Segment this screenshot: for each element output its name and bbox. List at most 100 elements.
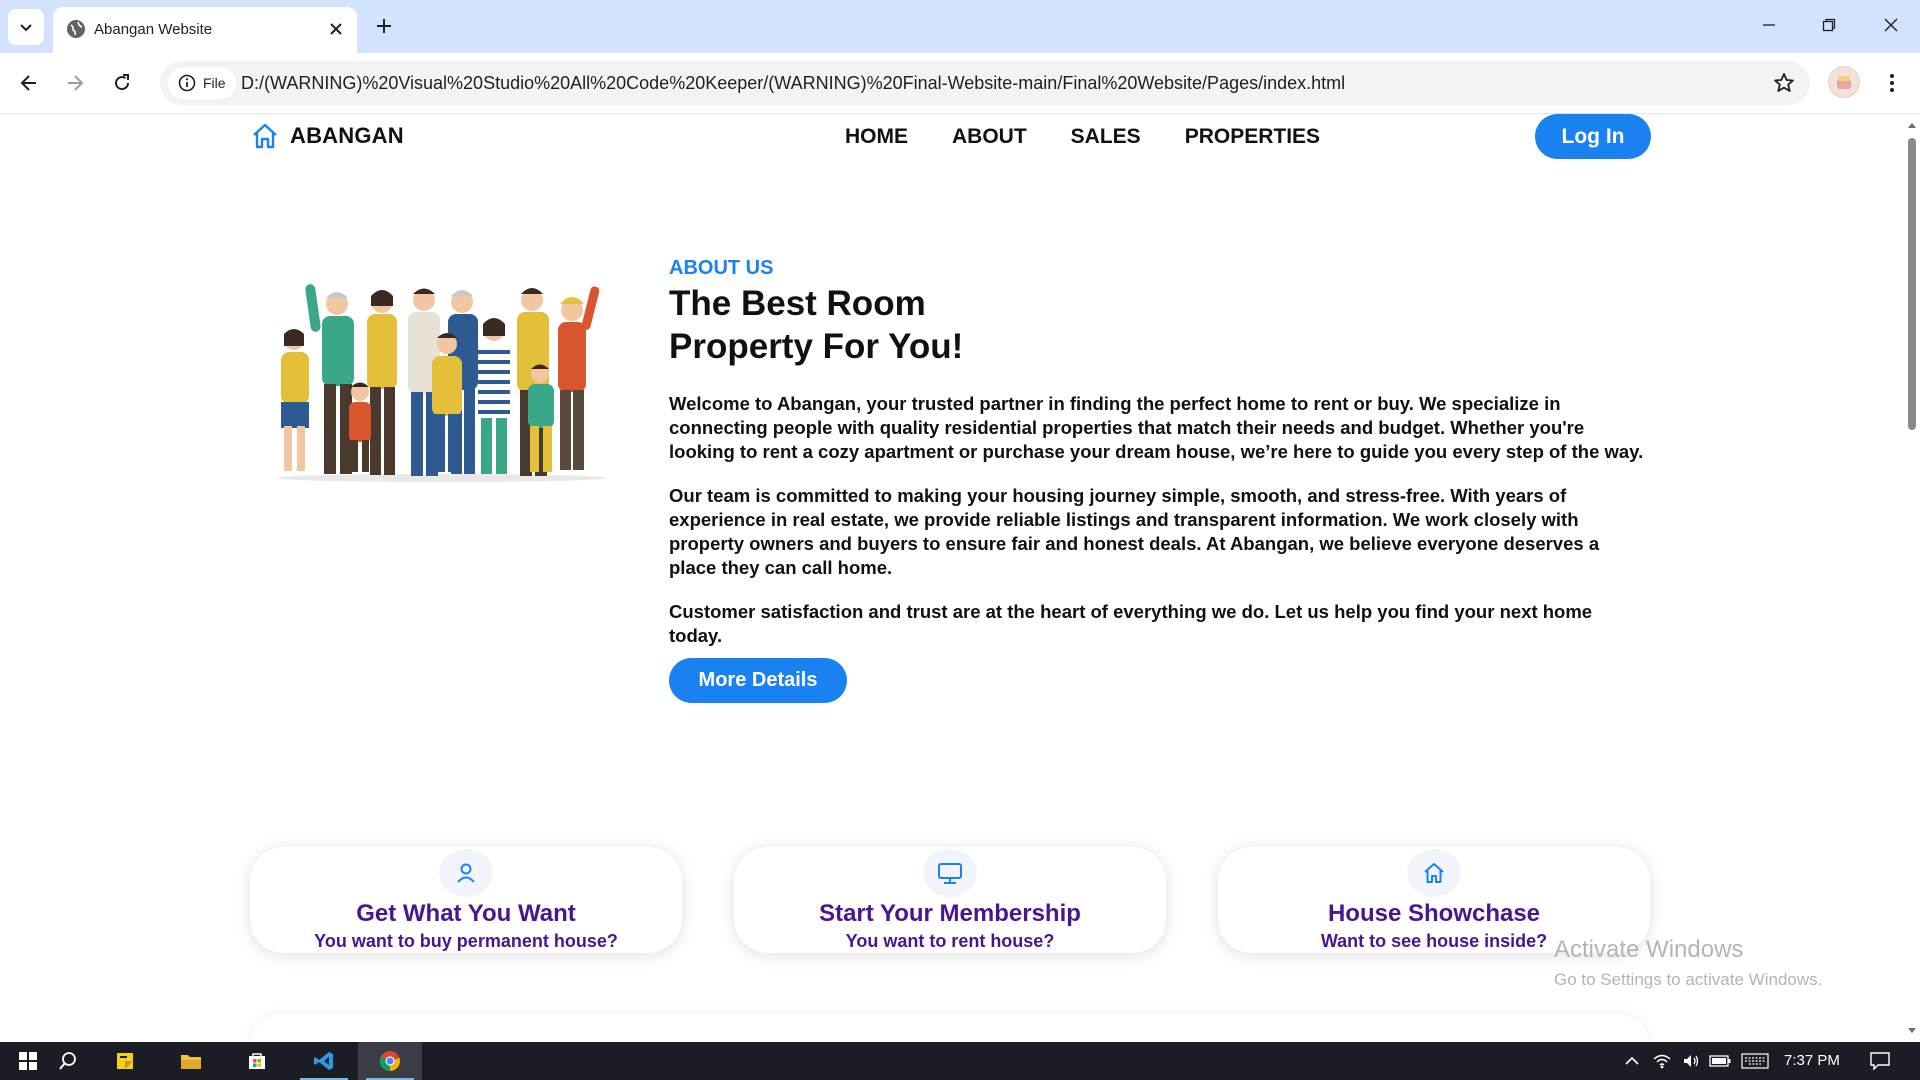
browser-tab-strip: Abangan Website	[0, 0, 1920, 53]
window-close-button[interactable]	[1871, 8, 1911, 42]
scroll-up-arrow-icon[interactable]	[1907, 120, 1917, 130]
home-icon	[253, 123, 277, 149]
watermark-title: Activate Windows	[1554, 936, 1744, 963]
section-eyebrow: ABOUT US	[669, 257, 774, 279]
globe-icon	[67, 20, 85, 38]
about-paragraph-2: Our team is committed to making your hou…	[669, 485, 1600, 578]
tray-overflow[interactable]	[1620, 1042, 1644, 1080]
more-details-button[interactable]: More Details	[669, 658, 847, 703]
sticky-notes-icon	[117, 1053, 133, 1069]
brand[interactable]: ABANGAN	[250, 121, 404, 151]
tab-search-button[interactable]	[8, 9, 44, 45]
wifi-icon	[1653, 1054, 1671, 1069]
restore-button[interactable]	[1809, 8, 1849, 42]
card-title: Start Your Membership	[819, 900, 1081, 927]
windows-logo-icon	[19, 1052, 37, 1070]
site-header: ABANGAN HOME ABOUT SALES PROPERTIES Log …	[0, 114, 1903, 180]
main-menu: HOME ABOUT SALES PROPERTIES	[845, 125, 1320, 149]
brand-name: ABANGAN	[290, 123, 404, 148]
home-icon	[1424, 863, 1444, 883]
browser-menu-button[interactable]	[1876, 67, 1908, 99]
close-icon	[1884, 18, 1898, 32]
about-section: ABOUT US The Best Room Property For You!…	[669, 256, 1669, 703]
about-paragraph-1: Welcome to Abangan, your trusted partner…	[669, 393, 1644, 462]
tab-close-button[interactable]	[325, 18, 347, 40]
chevron-up-icon	[1625, 1056, 1639, 1065]
tray-battery[interactable]	[1706, 1042, 1734, 1080]
browser-tab[interactable]: Abangan Website	[53, 7, 357, 53]
battery-icon	[1709, 1055, 1731, 1067]
section-headline: The Best Room Property For You!	[669, 282, 1669, 368]
address-bar[interactable]: File D:/(WARNING)%20Visual%20Studio%20Al…	[160, 61, 1810, 105]
chevron-down-icon	[20, 24, 32, 32]
back-button[interactable]	[13, 67, 45, 99]
feature-card-membership[interactable]: Start Your Membership You want to rent h…	[734, 847, 1166, 953]
avatar-icon	[1837, 76, 1851, 89]
page-viewport: ABANGAN HOME ABOUT SALES PROPERTIES Log …	[0, 114, 1903, 1042]
profile-avatar[interactable]	[1828, 66, 1860, 98]
watermark-subtitle: Go to Settings to activate Windows.	[1554, 970, 1823, 989]
speaker-icon	[1684, 1055, 1699, 1067]
more-vertical-icon	[1890, 74, 1894, 92]
tab-title: Abangan Website	[94, 21, 213, 38]
card-title: House Showchase	[1327, 900, 1541, 927]
chrome-icon	[379, 1051, 400, 1072]
restore-icon	[1822, 18, 1836, 32]
vscode-icon	[314, 1052, 333, 1070]
arrow-left-icon	[20, 75, 36, 91]
search-icon	[59, 1052, 76, 1070]
headline-line-2: Property For You!	[669, 327, 964, 366]
taskbar-store[interactable]	[229, 1042, 285, 1080]
user-icon	[457, 863, 475, 883]
tray-network[interactable]	[1648, 1042, 1676, 1080]
card-icon-badge	[439, 849, 493, 897]
url-text[interactable]: D:/(WARNING)%20Visual%20Studio%20All%20C…	[241, 73, 1345, 94]
info-icon	[178, 74, 196, 92]
card-subtitle: You want to rent house?	[845, 931, 1055, 951]
taskbar-search-button[interactable]	[40, 1042, 96, 1080]
nav-home[interactable]: HOME	[845, 125, 908, 149]
windows-taskbar: 7:37 PM	[0, 1042, 1920, 1080]
new-tab-button[interactable]	[371, 13, 397, 39]
taskbar-sticky-notes[interactable]	[97, 1042, 153, 1080]
scroll-down-arrow-icon[interactable]	[1907, 1026, 1917, 1036]
taskbar-clock[interactable]: 7:37 PM	[1784, 1052, 1840, 1069]
forward-button[interactable]	[59, 67, 91, 99]
plus-icon	[377, 19, 391, 33]
notification-icon	[1870, 1052, 1890, 1070]
keyboard-icon	[1741, 1053, 1769, 1069]
activate-windows-watermark: Activate Windows Go to Settings to activ…	[1554, 936, 1822, 990]
folder-icon	[181, 1055, 201, 1069]
tray-volume[interactable]	[1678, 1042, 1704, 1080]
card-title: Get What You Want	[356, 900, 576, 927]
minimize-button[interactable]	[1749, 8, 1789, 42]
nav-about[interactable]: ABOUT	[952, 125, 1027, 149]
reload-icon	[115, 74, 130, 91]
arrow-right-icon	[68, 75, 84, 91]
tray-keyboard[interactable]	[1738, 1042, 1772, 1080]
feature-cards: Get What You Want You want to buy perman…	[250, 847, 1650, 957]
taskbar-vscode[interactable]	[296, 1042, 352, 1080]
taskbar-chrome[interactable]	[358, 1042, 422, 1080]
next-section-edge	[250, 1014, 1650, 1042]
feature-card-buy[interactable]: Get What You Want You want to buy perman…	[250, 847, 682, 953]
close-icon	[330, 23, 342, 35]
monitor-icon	[938, 863, 962, 884]
login-button[interactable]: Log In	[1535, 114, 1651, 159]
nav-properties[interactable]: PROPERTIES	[1185, 125, 1320, 149]
site-info-chip[interactable]: File	[168, 67, 236, 99]
taskbar-file-explorer[interactable]	[163, 1042, 219, 1080]
people-illustration	[277, 284, 607, 482]
minimize-icon	[1763, 24, 1775, 26]
page-scrollbar[interactable]	[1903, 114, 1920, 1042]
scrollbar-thumb[interactable]	[1908, 138, 1916, 430]
browser-toolbar: File D:/(WARNING)%20Visual%20Studio%20Al…	[0, 53, 1920, 114]
card-icon-badge	[1407, 849, 1461, 897]
reload-button[interactable]	[106, 67, 138, 99]
about-paragraph-3: Customer satisfaction and trust are at t…	[669, 601, 1593, 646]
action-center-button[interactable]	[1864, 1042, 1896, 1080]
chip-label: File	[203, 75, 226, 91]
bookmark-star-icon[interactable]	[1772, 71, 1796, 95]
nav-sales[interactable]: SALES	[1071, 125, 1141, 149]
card-icon-badge	[923, 849, 977, 897]
